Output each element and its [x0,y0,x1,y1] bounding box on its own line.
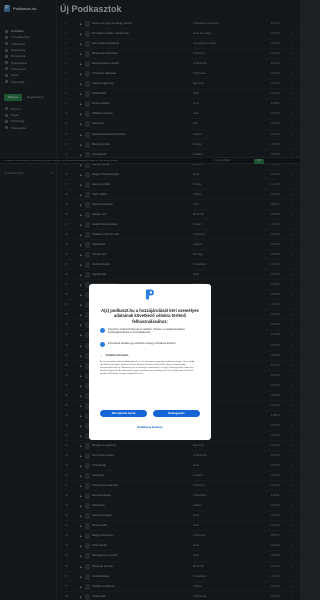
consent-body-text: Az Ön személyes adatait feldolgozhatjuk,… [100,361,195,375]
consent-purpose-text: Információk tárolása egy eszközön és/vag… [108,342,176,345]
podkaszt-logo-icon [146,289,154,300]
accept-button[interactable]: Beleegyezés [153,410,200,417]
more-info-toggle[interactable]: ⌄ További információ [100,353,128,357]
chevron-down-icon: ⌄ [100,353,103,357]
person-icon [100,328,105,333]
consent-purpose-ads: Személyre szabott hirdetések és tartalom… [100,328,200,334]
decline-button[interactable]: Nem járulok hozzá [100,410,147,417]
consent-purpose-storage: Információk tárolása egy eszközön és/vag… [100,342,200,347]
consent-dialog: A(z) podkaszt.hu a hozzájárulását kéri s… [89,284,211,440]
consent-heading: A(z) podkaszt.hu a hozzájárulását kéri s… [101,308,199,324]
consent-purpose-text: Személyre szabott hirdetések és tartalom… [108,328,186,335]
manage-options-button[interactable]: Beállítások kezelése [129,425,171,430]
storage-icon [100,342,105,347]
more-info-label: További információ [105,353,129,357]
